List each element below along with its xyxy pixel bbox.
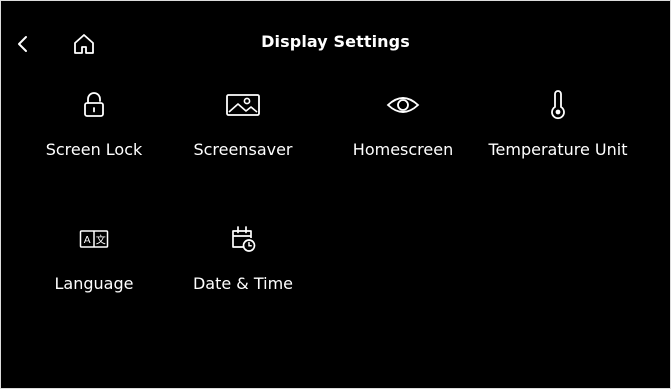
calendar-clock-icon xyxy=(168,222,318,256)
translate-icon: A 文 xyxy=(19,222,169,256)
tile-label: Date & Time xyxy=(192,274,294,293)
tile-label: Homescreen xyxy=(352,140,454,159)
display-settings-screen: Display Settings Screen Lock Screensaver xyxy=(0,0,671,389)
homescreen-tile[interactable]: Homescreen xyxy=(328,88,478,188)
tile-label: Screen Lock xyxy=(45,140,143,159)
image-icon xyxy=(168,88,318,122)
tile-label: Screensaver xyxy=(193,140,293,159)
tile-label: Language xyxy=(54,274,134,293)
tile-label: Temperature Unit xyxy=(488,140,628,159)
lock-icon xyxy=(19,88,169,122)
page-title: Display Settings xyxy=(261,32,410,51)
temperature-unit-tile[interactable]: Temperature Unit xyxy=(483,88,633,188)
date-time-tile[interactable]: Date & Time xyxy=(168,222,318,322)
screensaver-tile[interactable]: Screensaver xyxy=(168,88,318,188)
svg-text:A: A xyxy=(84,235,91,246)
svg-text:文: 文 xyxy=(96,234,106,247)
language-tile[interactable]: A 文 Language xyxy=(19,222,169,322)
eye-icon xyxy=(328,88,478,122)
screen-frame xyxy=(0,0,671,389)
thermometer-icon xyxy=(483,88,633,122)
screen-lock-tile[interactable]: Screen Lock xyxy=(19,88,169,188)
